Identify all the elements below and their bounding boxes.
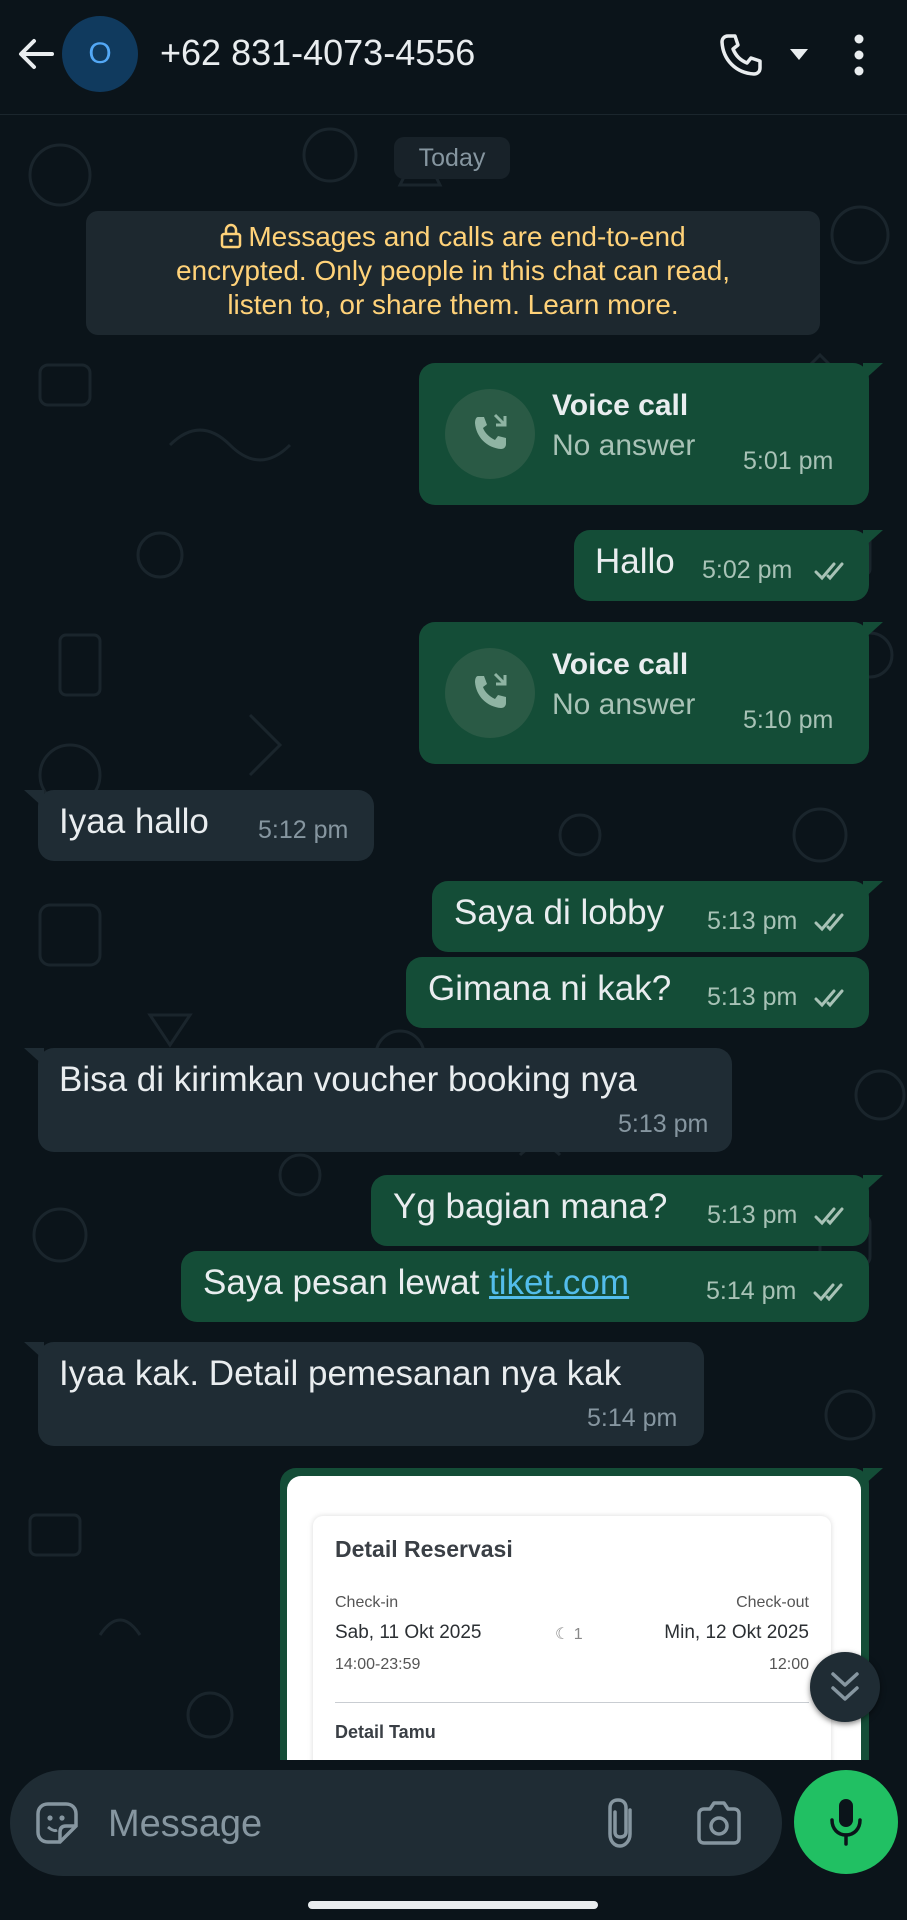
message-text: Bisa di kirimkan voucher booking nya bbox=[59, 1060, 637, 1099]
message-text: Saya di lobby bbox=[454, 893, 665, 932]
checkout-date: Min, 12 Okt 2025 bbox=[664, 1622, 809, 1643]
contact-name[interactable]: +62 831-4073-4556 bbox=[160, 32, 475, 74]
message-bubble[interactable]: Bisa di kirimkan voucher booking nya 5:1… bbox=[24, 1048, 732, 1152]
scroll-to-bottom-button[interactable] bbox=[810, 1652, 880, 1722]
checkout-label: Check-out bbox=[736, 1594, 809, 1611]
message-time: 5:10 pm bbox=[743, 706, 834, 734]
phone-icon[interactable] bbox=[718, 32, 764, 78]
mic-button[interactable] bbox=[794, 1770, 898, 1874]
caret-down-icon[interactable] bbox=[786, 44, 812, 64]
checkout-time: 12:00 bbox=[768, 1656, 809, 1673]
message-time: 5:13 pm bbox=[707, 1201, 798, 1229]
missed-call-icon bbox=[475, 672, 507, 708]
bubble-tail bbox=[24, 790, 44, 808]
message-time: 5:13 pm bbox=[707, 907, 798, 935]
message-bubble[interactable]: Gimana ni kak? 5:13 pm bbox=[406, 957, 869, 1028]
encryption-line-3: listen to, or share them. Learn more. bbox=[227, 289, 679, 320]
message-time: 5:13 pm bbox=[707, 983, 798, 1011]
message-text: Iyaa hallo bbox=[59, 802, 209, 841]
message-time: 5:12 pm bbox=[258, 816, 349, 844]
encryption-line-2: encrypted. Only people in this chat can … bbox=[175, 255, 731, 286]
divider bbox=[335, 1702, 809, 1703]
message-bubble[interactable]: Iyaa hallo 5:12 pm bbox=[24, 790, 374, 861]
message-time: 5:13 pm bbox=[618, 1110, 709, 1138]
message-text: Yg bagian mana? bbox=[393, 1187, 668, 1226]
bubble-tail bbox=[24, 1048, 44, 1066]
message-bubble[interactable]: Iyaa kak. Detail pemesanan nya kak 5:14 … bbox=[24, 1342, 704, 1446]
checkin-date: Sab, 11 Okt 2025 bbox=[335, 1622, 482, 1643]
call-status: No answer bbox=[552, 688, 696, 721]
message-time: 5:14 pm bbox=[587, 1404, 678, 1432]
nights-value: 1 bbox=[573, 1626, 583, 1643]
message-text: Gimana ni kak? bbox=[428, 969, 672, 1008]
read-ticks-icon bbox=[814, 989, 844, 1008]
bubble-tail bbox=[863, 1468, 883, 1486]
bubble-tail bbox=[863, 530, 883, 548]
missed-call-icon bbox=[475, 413, 507, 449]
reservation-title: Detail Reservasi bbox=[335, 1536, 513, 1562]
message-text-part: Saya pesan lewat bbox=[203, 1263, 490, 1302]
bubble-tail bbox=[863, 363, 883, 381]
message-bubble[interactable]: Hallo 5:02 pm bbox=[574, 530, 883, 601]
call-icon-circle bbox=[445, 389, 535, 479]
message-text: Saya pesan lewat tiket.com bbox=[203, 1263, 629, 1303]
double-chevron-down-icon bbox=[831, 1672, 859, 1701]
call-status: No answer bbox=[552, 429, 696, 462]
call-title: Voice call bbox=[552, 648, 689, 681]
gesture-handle bbox=[308, 1901, 598, 1909]
arrow-left-icon[interactable] bbox=[14, 32, 58, 76]
date-separator: Today bbox=[394, 137, 510, 179]
sticker-icon[interactable] bbox=[32, 1798, 82, 1848]
bubble-tail bbox=[863, 881, 883, 899]
encryption-line-1: Messages and calls are end-to-end bbox=[86, 220, 820, 254]
message-text: Iyaa kak. Detail pemesanan nya kak bbox=[59, 1354, 622, 1393]
bubble-tail bbox=[863, 622, 883, 640]
message-bubble[interactable]: Yg bagian mana? 5:13 pm bbox=[371, 1175, 883, 1246]
paperclip-icon[interactable] bbox=[598, 1796, 646, 1850]
message-time: 5:14 pm bbox=[706, 1277, 797, 1305]
bubble-tail bbox=[863, 1175, 883, 1193]
lock-icon bbox=[221, 223, 242, 249]
call-title: Voice call bbox=[552, 389, 689, 422]
read-ticks-icon bbox=[813, 1283, 843, 1302]
message-input[interactable] bbox=[106, 1796, 580, 1852]
message-composer[interactable] bbox=[10, 1770, 782, 1876]
chat-header: O +62 831-4073-4556 bbox=[0, 0, 907, 115]
camera-icon[interactable] bbox=[694, 1800, 744, 1846]
message-link[interactable]: tiket.com bbox=[489, 1263, 629, 1302]
message-text: Hallo bbox=[595, 542, 675, 581]
bubble-tail bbox=[24, 1342, 44, 1360]
message-time: 5:01 pm bbox=[743, 447, 834, 475]
reservation-card: Detail Reservasi Check-in Check-out Sab,… bbox=[313, 1516, 831, 1776]
call-message[interactable]: Voice call No answer 5:10 pm bbox=[419, 622, 883, 764]
message-time: 5:02 pm bbox=[702, 556, 793, 584]
call-message[interactable]: Voice call No answer 5:01 pm bbox=[419, 363, 883, 505]
call-icon-circle bbox=[445, 648, 535, 738]
encryption-notice[interactable]: Messages and calls are end-to-end encryp… bbox=[86, 211, 820, 335]
nights-count: ☾ 1 bbox=[555, 1624, 583, 1644]
moon-icon: ☾ bbox=[555, 1626, 570, 1643]
reservation-screenshot[interactable]: Detail Reservasi Check-in Check-out Sab,… bbox=[287, 1476, 861, 1776]
microphone-icon bbox=[830, 1799, 862, 1846]
checkin-label: Check-in bbox=[335, 1594, 399, 1611]
read-ticks-icon bbox=[814, 562, 844, 581]
composer-bar bbox=[0, 1760, 907, 1920]
checkin-time: 14:00-23:59 bbox=[335, 1656, 421, 1673]
message-bubble[interactable]: Saya di lobby 5:13 pm bbox=[432, 881, 883, 952]
message-bubble[interactable]: Saya pesan lewat tiket.com 5:14 pm bbox=[181, 1251, 869, 1322]
guest-section-title: Detail Tamu bbox=[335, 1722, 436, 1742]
read-ticks-icon bbox=[814, 913, 844, 932]
read-ticks-icon bbox=[814, 1207, 844, 1226]
avatar[interactable]: O bbox=[62, 16, 138, 92]
more-vertical-icon[interactable] bbox=[844, 30, 874, 80]
